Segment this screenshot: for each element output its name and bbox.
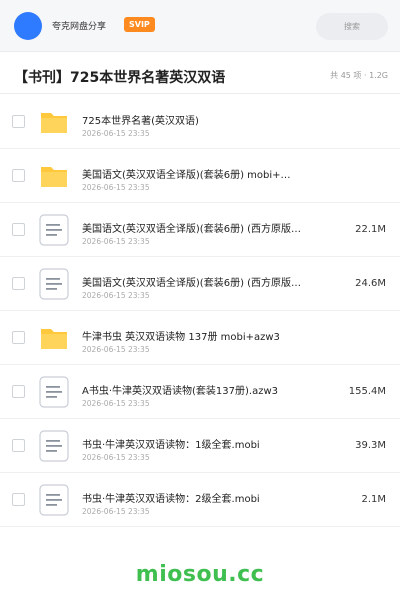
select-checkbox[interactable] xyxy=(12,439,25,452)
file-size: 2.1M xyxy=(361,494,386,505)
select-checkbox[interactable] xyxy=(12,277,25,290)
list-item[interactable]: 书虫·牛津英汉双语读物：2级全套.mobi 2026-06-15 23:35 2… xyxy=(0,473,400,527)
svip-badge: SVIP xyxy=(124,17,155,32)
list-item[interactable]: 美国语文(英汉双语全译版)(套装6册) mobi+… 2026-06-15 23… xyxy=(0,149,400,203)
document-icon xyxy=(39,376,69,408)
file-name: 美国语文(英汉双语全译版)(套装6册) (西方原版… xyxy=(82,278,302,289)
share-header: 【书刊】725本世界名著英汉双语 共 45 项 · 1.2G xyxy=(0,58,400,94)
list-item[interactable]: 美国语文(英汉双语全译版)(套装6册) (西方原版… 2026-06-15 23… xyxy=(0,203,400,257)
select-checkbox[interactable] xyxy=(12,115,25,128)
search-input[interactable]: 搜索 xyxy=(316,13,388,40)
document-icon xyxy=(39,484,69,516)
file-name: 725本世界名著(英汉双语) xyxy=(82,116,199,127)
file-date: 2026-06-15 23:35 xyxy=(82,507,150,516)
file-date: 2026-06-15 23:35 xyxy=(82,453,150,462)
file-date: 2026-06-15 23:35 xyxy=(82,291,150,300)
folder-icon xyxy=(41,113,67,133)
document-icon xyxy=(39,214,69,246)
file-list: 725本世界名著(英汉双语) 2026-06-15 23:35 美国语文(英汉双… xyxy=(0,95,400,527)
file-size: 155.4M xyxy=(348,386,386,397)
avatar[interactable] xyxy=(14,12,42,40)
select-checkbox[interactable] xyxy=(12,331,25,344)
list-item[interactable]: 牛津书虫 英汉双语读物 137册 mobi+azw3 2026-06-15 23… xyxy=(0,311,400,365)
file-date: 2026-06-15 23:35 xyxy=(82,237,150,246)
site-watermark: miosou.cc xyxy=(135,562,265,587)
top-bar: 夸克网盘分享 SVIP 搜索 xyxy=(0,0,400,52)
select-checkbox[interactable] xyxy=(12,385,25,398)
file-name: 书虫·牛津英汉双语读物：2级全套.mobi xyxy=(82,494,260,505)
page-title: 【书刊】725本世界名著英汉双语 xyxy=(14,70,226,86)
file-date: 2026-06-15 23:35 xyxy=(82,183,150,192)
file-name: 美国语文(英汉双语全译版)(套装6册) mobi+… xyxy=(82,170,291,181)
file-size: 22.1M xyxy=(355,224,386,235)
file-name: A书虫·牛津英汉双语读物(套装137册).azw3 xyxy=(82,386,279,397)
file-size: 24.6M xyxy=(355,278,386,289)
file-size: 39.3M xyxy=(355,440,386,451)
list-item[interactable]: 书虫·牛津英汉双语读物：1级全套.mobi 2026-06-15 23:35 3… xyxy=(0,419,400,473)
select-checkbox[interactable] xyxy=(12,493,25,506)
file-date: 2026-06-15 23:35 xyxy=(82,345,150,354)
document-icon xyxy=(39,430,69,462)
list-item[interactable]: 725本世界名著(英汉双语) 2026-06-15 23:35 xyxy=(0,95,400,149)
select-checkbox[interactable] xyxy=(12,169,25,182)
username: 夸克网盘分享 xyxy=(52,22,107,32)
file-name: 美国语文(英汉双语全译版)(套装6册) (西方原版… xyxy=(82,224,302,235)
share-meta: 共 45 项 · 1.2G xyxy=(330,71,388,80)
file-date: 2026-06-15 23:35 xyxy=(82,129,150,138)
list-item[interactable]: A书虫·牛津英汉双语读物(套装137册).azw3 2026-06-15 23:… xyxy=(0,365,400,419)
select-checkbox[interactable] xyxy=(12,223,25,236)
file-name: 书虫·牛津英汉双语读物：1级全套.mobi xyxy=(82,440,260,451)
folder-icon xyxy=(41,329,67,349)
file-date: 2026-06-15 23:35 xyxy=(82,399,150,408)
folder-icon xyxy=(41,167,67,187)
list-item[interactable]: 美国语文(英汉双语全译版)(套装6册) (西方原版… 2026-06-15 23… xyxy=(0,257,400,311)
file-name: 牛津书虫 英汉双语读物 137册 mobi+azw3 xyxy=(82,332,280,343)
document-icon xyxy=(39,268,69,300)
